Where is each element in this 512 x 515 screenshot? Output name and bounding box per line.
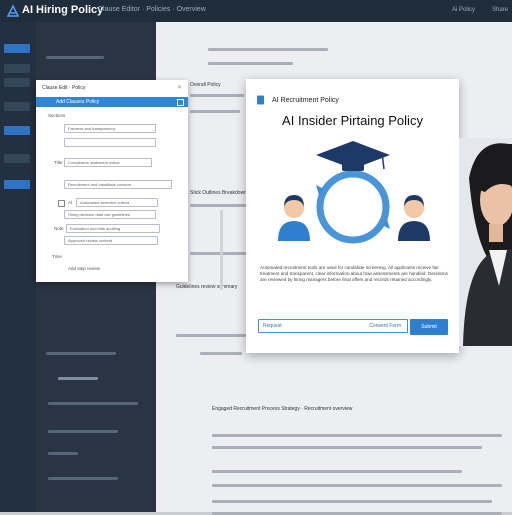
request-input[interactable]: Request Consent Form — [258, 319, 408, 333]
section-label: Sections — [48, 113, 66, 118]
section-heading: Stick Outlines Breakdown — [190, 190, 247, 196]
sidebar — [0, 22, 36, 512]
dialog-tab-bar[interactable]: Add Clauses Policy — [36, 97, 188, 107]
field-label: Note — [54, 226, 64, 231]
doc-line — [190, 252, 246, 255]
pane-line — [46, 352, 116, 355]
pane-line — [48, 452, 78, 455]
sidebar-item[interactable] — [4, 154, 30, 163]
sidebar-item[interactable] — [4, 126, 30, 135]
field-label: Time — [52, 254, 62, 259]
policy-modal: AI Recruitment Policy AI Insider Pirtain… — [246, 79, 459, 353]
field-value: Hiring decision data use guidelines — [68, 212, 130, 217]
doc-line — [176, 334, 246, 337]
text-field[interactable]: Recruitment and candidate consent — [64, 180, 172, 189]
checkbox[interactable] — [58, 200, 65, 207]
section-heading: Overall Policy — [190, 82, 221, 88]
doc-line — [190, 94, 244, 97]
document-icon — [257, 95, 264, 105]
pane-line — [48, 430, 118, 433]
text-field[interactable]: Hiring decision data use guidelines — [64, 210, 156, 219]
doc-line — [212, 470, 462, 473]
doc-line — [190, 110, 240, 113]
doc-line — [208, 48, 328, 51]
text-field[interactable]: Automated selection criteria — [76, 198, 158, 207]
tab-label: Add Clauses Policy — [56, 99, 100, 105]
pane-line — [46, 56, 104, 59]
field-value: Evaluation and bias auditing — [70, 226, 121, 231]
field-value: Compliance statement notice — [68, 160, 120, 165]
candidate-photo — [459, 138, 512, 346]
breadcrumb[interactable]: Clause Editor · Policies · Overview — [98, 6, 206, 13]
doc-line — [212, 446, 482, 449]
pane-line — [48, 477, 118, 480]
text-field[interactable] — [64, 138, 156, 147]
field-label: Title — [54, 160, 63, 165]
doc-line — [212, 434, 502, 437]
sidebar-item[interactable] — [4, 180, 30, 189]
sidebar-item[interactable] — [4, 64, 30, 73]
doc-line — [212, 500, 492, 503]
sidebar-item[interactable] — [4, 78, 30, 87]
input-placeholder: Request — [263, 323, 282, 329]
pane-line[interactable] — [58, 377, 98, 380]
scrollbar[interactable] — [220, 210, 223, 290]
doc-line — [208, 62, 293, 65]
header-link-share[interactable]: Share — [492, 7, 508, 13]
section-heading: Guidelines review summary — [176, 284, 238, 290]
text-field[interactable]: Compliance statement notice — [64, 158, 152, 167]
hiring-illustration — [278, 141, 430, 244]
field-value: Approved review content — [68, 238, 113, 243]
doc-line — [200, 352, 242, 355]
field-label: Al — [68, 200, 73, 205]
person-photo-icon — [459, 138, 512, 346]
input-right-label: Consent Form — [369, 323, 401, 329]
submit-button[interactable]: Submit — [410, 319, 448, 335]
text-field[interactable]: Approved review content — [64, 236, 158, 245]
sidebar-item-active[interactable] — [4, 44, 30, 53]
header-link-policy[interactable]: Ai Policy — [452, 7, 475, 13]
doc-line — [212, 484, 502, 487]
text-field[interactable]: Evaluation and bias auditing — [66, 224, 160, 233]
pane-line — [48, 402, 138, 405]
expand-icon[interactable] — [177, 99, 184, 106]
modal-title: AI Insider Pirtaing Policy — [282, 113, 423, 128]
field-value: Automated selection criteria — [80, 200, 130, 205]
modal-body-text: Automated recruitment tools are used for… — [260, 265, 448, 282]
clause-form-dialog: Clause Edit · Policy ✕ Add Clauses Polic… — [36, 80, 223, 290]
dialog-title: Clause Edit · Policy — [42, 85, 86, 91]
text-field[interactable]: Fairness and transparency — [64, 124, 156, 133]
app-title: AI Hiring Policy — [22, 4, 104, 16]
modal-header: AI Recruitment Policy — [272, 97, 339, 104]
field-value: Recruitment and candidate consent — [68, 182, 131, 187]
sidebar-item[interactable] — [4, 102, 30, 111]
add-step-link[interactable]: Add step review — [68, 266, 100, 271]
top-bar: AI Hiring Policy Clause Editor · Policie… — [0, 0, 512, 22]
section-heading: Engaged Recruitment Process Strategy · R… — [212, 406, 353, 412]
app-logo-icon — [6, 4, 20, 17]
doc-line — [190, 204, 246, 207]
close-icon[interactable]: ✕ — [177, 84, 182, 91]
field-value: Fairness and transparency — [68, 126, 116, 131]
